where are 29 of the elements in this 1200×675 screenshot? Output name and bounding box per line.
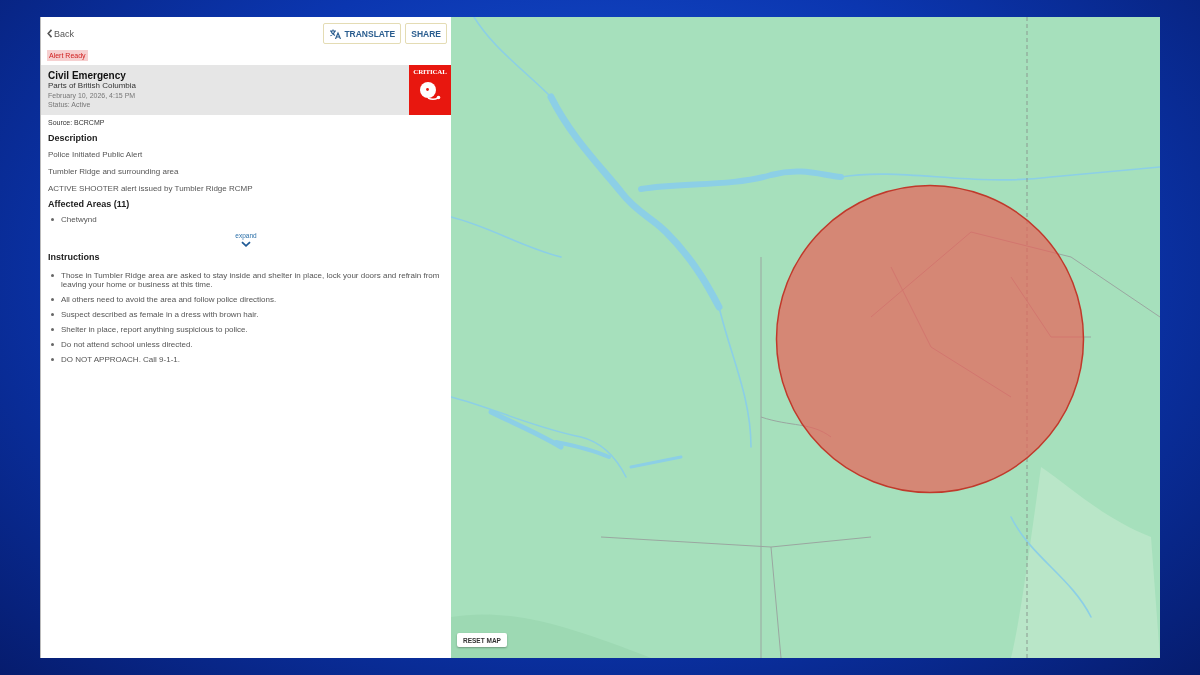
bullet-icon [51,274,54,277]
bullet-icon [51,343,54,346]
description-text: Police Initiated Public Alert [48,150,144,160]
description-text: Tumbler Ridge and surrounding area [48,167,180,177]
instruction-text: Those in Tumbler Ridge area are asked to stay inside and shelter in place, lock your doors and refrain from leaving your home or business at this time. [61,271,441,289]
chevron-left-icon [47,29,52,38]
translate-icon [329,28,342,39]
instruction-text: DO NOT APPROACH. Call 9-1-1. [61,355,181,364]
bullet-icon [51,298,54,301]
alarm-bell-icon [419,81,441,101]
affected-area: Chetwynd [61,215,101,224]
instruction-text: Shelter in place, report anything suspicious to police. [61,325,249,334]
section-heading: Description [48,133,99,144]
instruction-text: Do not attend school unless directed. [61,340,194,349]
translate-button[interactable]: TRANSLATE [323,23,402,44]
chevron-down-icon [241,241,251,247]
back-link[interactable]: Back [47,28,74,39]
bullet-icon [51,218,54,221]
bullet-icon [51,313,54,316]
alert-title: Civil Emergency [48,70,127,81]
instruction-text: Suspect described as female in a dress with brown hair. [61,310,260,319]
bullet-icon [51,358,54,361]
instruction-text: All others need to avoid the area and follow police directions. [61,295,278,304]
alert-area: Parts of British Columbia [48,81,402,91]
share-button[interactable]: SHARE [405,23,447,44]
section-heading: Affected Areas (11) [48,199,131,210]
section-heading: Instructions [48,252,101,263]
description-text: ACTIVE SHOOTER alert issued by Tumbler Ridge RCMP [48,184,254,194]
bullet-icon [51,328,54,331]
